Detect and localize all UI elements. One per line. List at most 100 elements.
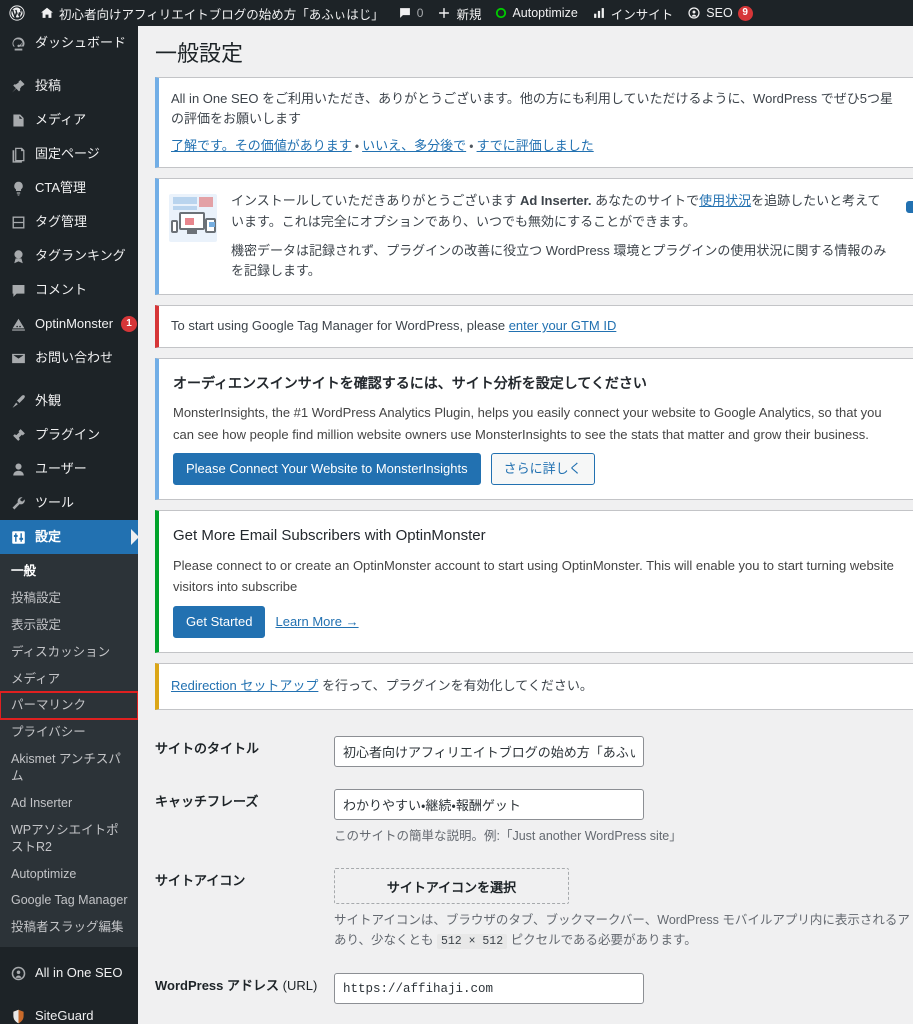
sidebar-item-tag-manage[interactable]: タグ管理 <box>0 205 138 239</box>
ai-plugin-name: Ad Inserter. <box>519 192 592 208</box>
envelope-icon <box>9 349 27 367</box>
field-row-wordpress-address: WordPress アドレス (URL) <box>138 969 913 1022</box>
gtm-text-before: To start using Google Tag Manager for Wo… <box>171 318 509 334</box>
comments-menu[interactable]: 0 <box>391 0 431 26</box>
ad-inserter-allow-button[interactable] <box>906 200 913 213</box>
submenu-item-author-slug[interactable]: 投稿者スラッグ編集 <box>0 914 138 941</box>
sidebar-item-tools[interactable]: ツール <box>0 486 138 520</box>
notice-ad-inserter: インストールしていただきありがとうございます Ad Inserter. あなたの… <box>155 177 913 296</box>
sidebar-item-label: OptinMonster <box>35 315 114 331</box>
site-name-menu[interactable]: 初心者向けアフィリエイトブログの始め方「あふぃはじ」 <box>33 0 391 26</box>
notice-google-tag-manager: To start using Google Tag Manager for Wo… <box>155 305 913 348</box>
submenu-item-discussion[interactable]: ディスカッション <box>0 639 138 666</box>
sidebar-item-plugins[interactable]: プラグイン <box>0 418 138 452</box>
appearance-brush-icon <box>9 392 27 410</box>
seo-menu[interactable]: SEO 9 <box>680 0 759 26</box>
sidebar-item-comments[interactable]: コメント <box>0 273 138 307</box>
site-name-label: 初心者向けアフィリエイトブログの始め方「あふぃはじ」 <box>59 7 384 22</box>
submenu-item-google-tag-manager[interactable]: Google Tag Manager <box>0 887 138 914</box>
bar-chart-icon <box>592 6 606 20</box>
aioseo-maybe-later-link[interactable]: いいえ、多分後で <box>362 138 466 153</box>
autoptimize-menu[interactable]: Autoptimize <box>488 0 584 26</box>
submenu-item-privacy[interactable]: プライバシー <box>0 719 138 746</box>
submenu-item-general[interactable]: 一般 <box>0 558 138 585</box>
home-icon <box>40 6 54 20</box>
wordpress-address-input[interactable] <box>334 973 644 1005</box>
submenu-item-writing[interactable]: 投稿設定 <box>0 585 138 612</box>
submenu-item-ad-inserter[interactable]: Ad Inserter <box>0 790 138 817</box>
sidebar-item-media[interactable]: メディア <box>0 103 138 137</box>
aioseo-notice-text: All in One SEO をご利用いただき、ありがとうございます。他の方にも… <box>171 90 893 127</box>
choose-site-icon-button[interactable]: サイトアイコンを選択 <box>334 868 569 904</box>
comments-count: 0 <box>416 6 424 20</box>
user-icon <box>9 460 27 478</box>
site-title-input[interactable] <box>334 736 644 767</box>
optinmonster-learn-more-link[interactable]: Learn More → <box>275 612 358 633</box>
ad-inserter-notice-body: インストールしていただきありがとうございます Ad Inserter. あなたの… <box>231 191 892 282</box>
wordpress-address-field-cell <box>334 969 913 1005</box>
field-row-site-icon: サイトアイコン サイトアイコンを選択 サイトアイコンは、ブラウザのタブ、ブックマ… <box>138 864 913 969</box>
aioseo-rate-link[interactable]: 了解です。その価値があります <box>171 138 352 153</box>
pages-icon <box>9 145 27 163</box>
monsterinsights-body: MonsterInsights, the #1 WordPress Analyt… <box>173 405 882 442</box>
sidebar-item-all-in-one-seo[interactable]: All in One SEO <box>0 956 138 990</box>
all-in-one-seo-icon <box>687 6 701 20</box>
sidebar-item-label: 外観 <box>35 392 62 408</box>
site-icon-field-cell: サイトアイコンを選択 サイトアイコンは、ブラウザのタブ、ブックマークバー、Wor… <box>334 864 913 951</box>
aioseo-already-rated-link[interactable]: すでに評価しました <box>477 138 594 153</box>
submenu-item-wp-associate-post-r2[interactable]: WPアソシエイトポストR2 <box>0 817 138 861</box>
sidebar-item-cta[interactable]: CTA管理 <box>0 171 138 205</box>
new-content-menu[interactable]: 新規 <box>430 0 488 26</box>
sidebar-item-users[interactable]: ユーザー <box>0 452 138 486</box>
sidebar-item-pages[interactable]: 固定ページ <box>0 137 138 171</box>
redirection-setup-link[interactable]: Redirection セットアップ <box>171 678 318 693</box>
connect-monsterinsights-button[interactable]: Please Connect Your Website to MonsterIn… <box>173 453 481 486</box>
plus-icon <box>437 6 451 20</box>
sidebar-item-dashboard[interactable]: ダッシュボード <box>0 26 138 60</box>
sidebar-item-contact[interactable]: お問い合わせ <box>0 341 138 375</box>
sidebar-item-appearance[interactable]: 外観 <box>0 384 138 418</box>
sidebar-item-label: タグランキング <box>35 247 126 263</box>
ai-text-b: あなたのサイトで <box>591 192 700 208</box>
monsterinsights-button-row: Please Connect Your Website to MonsterIn… <box>173 453 900 486</box>
site-icon-desc-b: ピクセルである必要があります。 <box>507 933 697 947</box>
notice-monsterinsights: オーディエンスインサイトを確認するには、サイト分析を設定してください Monst… <box>155 357 913 501</box>
comment-bubble-icon <box>9 281 27 299</box>
wordpress-admin-screen: 初心者向けアフィリエイトブログの始め方「あふぃはじ」 0 新規 Autoptim… <box>0 0 913 1024</box>
sidebar-item-siteguard[interactable]: SiteGuard <box>0 999 138 1024</box>
ai-text-a: インストールしていただきありがとうございます <box>231 192 520 208</box>
site-icon-size-chip: 512 × 512 <box>436 934 508 949</box>
get-started-button[interactable]: Get Started <box>173 606 266 639</box>
general-settings-form: サイトのタイトル キャッチフレーズ このサイトの簡単な説明。例:「Just an… <box>138 732 913 1024</box>
sidebar-item-posts[interactable]: 投稿 <box>0 69 138 103</box>
ai-usage-link[interactable]: 使用状況 <box>699 193 751 208</box>
sidebar-item-label: 投稿 <box>35 77 62 93</box>
plugin-icon <box>9 426 27 444</box>
notice-optinmonster: Get More Email Subscribers with OptinMon… <box>155 510 913 654</box>
submenu-item-reading[interactable]: 表示設定 <box>0 612 138 639</box>
admin-sidebar-menu: ダッシュボード 投稿 メディア 固定ページ CTA管理 タグ管理 タグランキング… <box>0 26 138 1024</box>
insights-label: インサイト <box>610 7 674 22</box>
site-title-label: サイトのタイトル <box>155 741 260 756</box>
ad-inserter-paragraph-2: 機密データは記録されず、プラグインの改善に役立つ WordPress 環境とプラ… <box>231 242 887 279</box>
sidebar-item-label: 設定 <box>35 528 62 544</box>
link-separator: ・ <box>469 138 474 154</box>
wordpress-logo-button[interactable] <box>0 0 33 26</box>
tagline-input[interactable] <box>334 789 644 820</box>
insights-menu[interactable]: インサイト <box>585 0 681 26</box>
learn-more-button[interactable]: さらに詳しく <box>490 453 595 486</box>
submenu-item-autoptimize[interactable]: Autoptimize <box>0 861 138 888</box>
sidebar-item-tag-ranking[interactable]: タグランキング <box>0 239 138 273</box>
submenu-item-media[interactable]: メディア <box>0 666 138 693</box>
submenu-item-akismet[interactable]: Akismet アンチスパム <box>0 746 138 790</box>
site-icon-label: サイトアイコン <box>155 873 246 888</box>
submenu-item-permalinks[interactable]: パーマリンク <box>0 691 138 721</box>
sidebar-item-label: お問い合わせ <box>35 349 114 365</box>
sidebar-item-label: コメント <box>35 281 88 297</box>
sidebar-item-settings[interactable]: 設定 <box>0 520 138 554</box>
aioseo-notice-links: 了解です。その価値があります・いいえ、多分後で・すでに評価しました <box>171 136 902 157</box>
sidebar-item-optinmonster[interactable]: OptinMonster 1 <box>0 307 138 341</box>
sidebar-item-label: SiteGuard <box>35 1007 94 1023</box>
wordpress-logo-icon <box>9 5 25 21</box>
gtm-enter-id-link[interactable]: enter your GTM ID <box>509 318 617 333</box>
